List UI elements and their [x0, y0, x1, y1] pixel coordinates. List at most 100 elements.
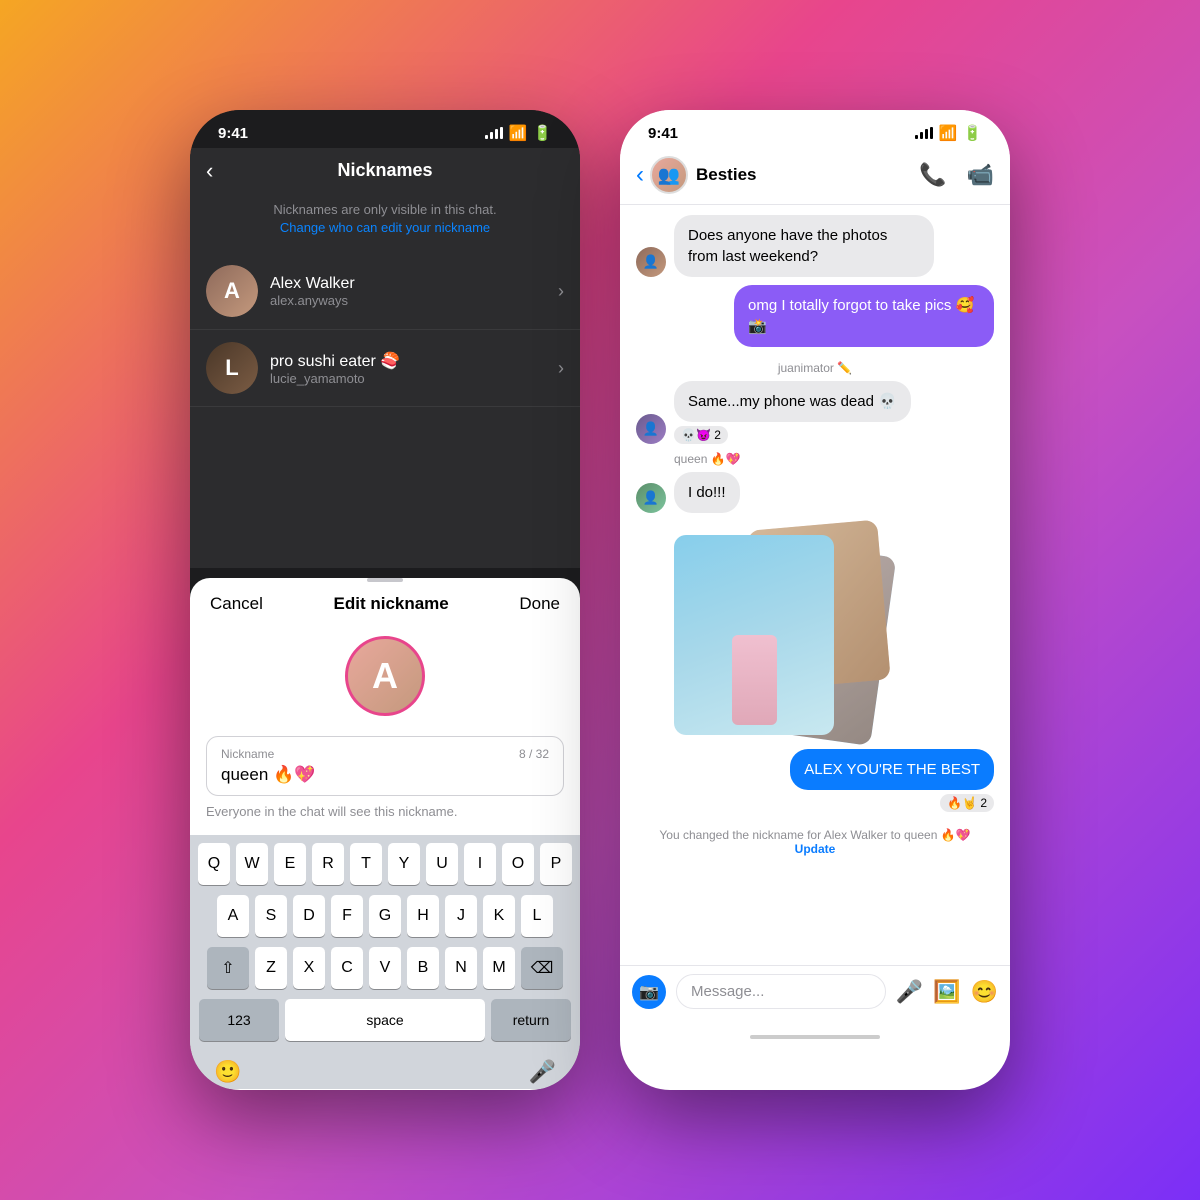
mic-icon[interactable]: 🎤	[529, 1059, 556, 1085]
left-time: 9:41	[218, 125, 248, 142]
chat-title: Besties	[696, 165, 919, 185]
lucie-chevron: ›	[558, 358, 564, 379]
key-s[interactable]: S	[255, 895, 287, 937]
nav-header: ‹ Nicknames	[190, 148, 580, 193]
photo-button[interactable]: 🖼️	[933, 979, 960, 1005]
char-count: 8 / 32	[519, 747, 549, 761]
key-o[interactable]: O	[502, 843, 534, 885]
right-phone: 9:41 📶 🔋 ‹ 👥 Besties 📞 📹	[620, 110, 1010, 1090]
right-wifi-icon: 📶	[939, 124, 958, 142]
video-call-button[interactable]: 📹	[967, 162, 994, 188]
key-space[interactable]: space	[285, 999, 485, 1041]
keyboard: Q W E R T Y U I O P A S D F G H	[190, 835, 580, 1089]
reaction-badge[interactable]: 💀😈 2	[674, 426, 728, 444]
emoji-icon[interactable]: 🙂	[214, 1059, 241, 1085]
key-y[interactable]: Y	[388, 843, 420, 885]
sender-avatar-2: 👤	[636, 414, 666, 444]
wifi-icon: 📶	[509, 124, 528, 142]
right-status-icons: 📶 🔋	[915, 124, 982, 142]
key-h[interactable]: H	[407, 895, 439, 937]
key-x[interactable]: X	[293, 947, 325, 989]
sender-avatar: 👤	[636, 247, 666, 277]
nickname-changed-notice: You changed the nickname for Alex Walker…	[636, 820, 994, 864]
key-j[interactable]: J	[445, 895, 477, 937]
keyboard-row-1: Q W E R T Y U I O P	[194, 843, 576, 885]
key-q[interactable]: Q	[198, 843, 230, 885]
key-d[interactable]: D	[293, 895, 325, 937]
lucie-username: lucie_yamamoto	[270, 371, 558, 386]
my-bubble: omg I totally forgot to take pics 🥰📸	[734, 285, 994, 347]
alex-username: alex.anyways	[270, 293, 558, 308]
nickname-hint: Everyone in the chat will see this nickn…	[190, 804, 580, 835]
home-indicator-right	[750, 1035, 880, 1039]
key-n[interactable]: N	[445, 947, 477, 989]
key-i[interactable]: I	[464, 843, 496, 885]
voice-call-button[interactable]: 📞	[919, 162, 946, 188]
subtitle-link[interactable]: Change who can edit your nickname	[280, 220, 490, 235]
key-l[interactable]: L	[521, 895, 553, 937]
nickname-field-label: Nickname	[221, 747, 549, 761]
key-k[interactable]: K	[483, 895, 515, 937]
group-avatar: 👥	[650, 156, 688, 194]
nickname-field-value[interactable]: queen 🔥💖	[221, 765, 315, 784]
alex-reaction[interactable]: 🔥🤘 2	[940, 794, 994, 812]
key-r[interactable]: R	[312, 843, 344, 885]
right-status-bar: 9:41 📶 🔋	[620, 110, 1010, 148]
sticker-button[interactable]: 😊	[971, 979, 998, 1005]
message-row: 👤 Does anyone have the photos from last …	[636, 215, 994, 277]
contact-row-lucie[interactable]: L pro sushi eater 🍣 lucie_yamamoto ›	[190, 330, 580, 407]
key-m[interactable]: M	[483, 947, 515, 989]
left-status-icons: 📶 🔋	[485, 124, 552, 142]
left-phone: 9:41 📶 🔋 ‹ Nicknames Nicknames are only …	[190, 110, 580, 1090]
nicknames-screen: ‹ Nicknames Nicknames are only visible i…	[190, 148, 580, 568]
input-bar: 📷 Message... 🎤 🖼️ 😊	[620, 965, 1010, 1029]
chat-actions: 📞 📹	[919, 162, 994, 188]
key-p[interactable]: P	[540, 843, 572, 885]
alex-info: Alex Walker alex.anyways	[270, 275, 558, 308]
photo-collage	[674, 525, 904, 745]
key-b[interactable]: B	[407, 947, 439, 989]
back-button[interactable]: ‹	[206, 158, 213, 184]
nickname-input-container[interactable]: Nickname queen 🔥💖 8 / 32	[206, 736, 564, 796]
cancel-button[interactable]: Cancel	[210, 594, 263, 614]
key-f[interactable]: F	[331, 895, 363, 937]
key-a[interactable]: A	[217, 895, 249, 937]
battery-icon: 🔋	[533, 124, 552, 142]
alex-avatar: A	[206, 265, 258, 317]
key-v[interactable]: V	[369, 947, 401, 989]
microphone-button[interactable]: 🎤	[896, 979, 923, 1005]
nicknames-title: Nicknames	[337, 160, 432, 181]
key-c[interactable]: C	[331, 947, 363, 989]
key-z[interactable]: Z	[255, 947, 287, 989]
message-bubble-3: I do!!!	[674, 472, 740, 513]
key-w[interactable]: W	[236, 843, 268, 885]
key-t[interactable]: T	[350, 843, 382, 885]
chat-back-button[interactable]: ‹	[636, 161, 644, 189]
message-row-2: 👤 Same...my phone was dead 💀 💀😈 2	[636, 381, 994, 444]
messages-area: 👤 Does anyone have the photos from last …	[620, 205, 1010, 965]
message-row-3: 👤 I do!!!	[636, 472, 994, 513]
key-g[interactable]: G	[369, 895, 401, 937]
edit-nickname-sheet: Cancel Edit nickname Done A Nickname que…	[190, 578, 580, 1090]
key-123[interactable]: 123	[199, 999, 279, 1041]
message-input[interactable]: Message...	[676, 974, 886, 1009]
update-link[interactable]: Update	[795, 842, 836, 856]
chat-header: ‹ 👥 Besties 📞 📹	[620, 148, 1010, 205]
key-e[interactable]: E	[274, 843, 306, 885]
signal-bars	[485, 127, 503, 139]
key-backspace[interactable]: ⌫	[521, 947, 563, 989]
contact-row-alex[interactable]: A Alex Walker alex.anyways ›	[190, 253, 580, 330]
done-button[interactable]: Done	[519, 594, 560, 614]
sender-avatar-3: 👤	[636, 483, 666, 513]
key-u[interactable]: U	[426, 843, 458, 885]
right-time: 9:41	[648, 125, 678, 142]
notice-text: You changed the nickname for Alex Walker…	[659, 828, 970, 842]
key-shift[interactable]: ⇧	[207, 947, 249, 989]
key-return[interactable]: return	[491, 999, 571, 1041]
camera-button[interactable]: 📷	[632, 975, 666, 1009]
sheet-avatar: A	[345, 636, 425, 716]
system-message: juanimator ✏️	[636, 361, 994, 375]
left-status-bar: 9:41 📶 🔋	[190, 110, 580, 148]
message-placeholder: Message...	[691, 983, 764, 1000]
alex-chevron: ›	[558, 281, 564, 302]
